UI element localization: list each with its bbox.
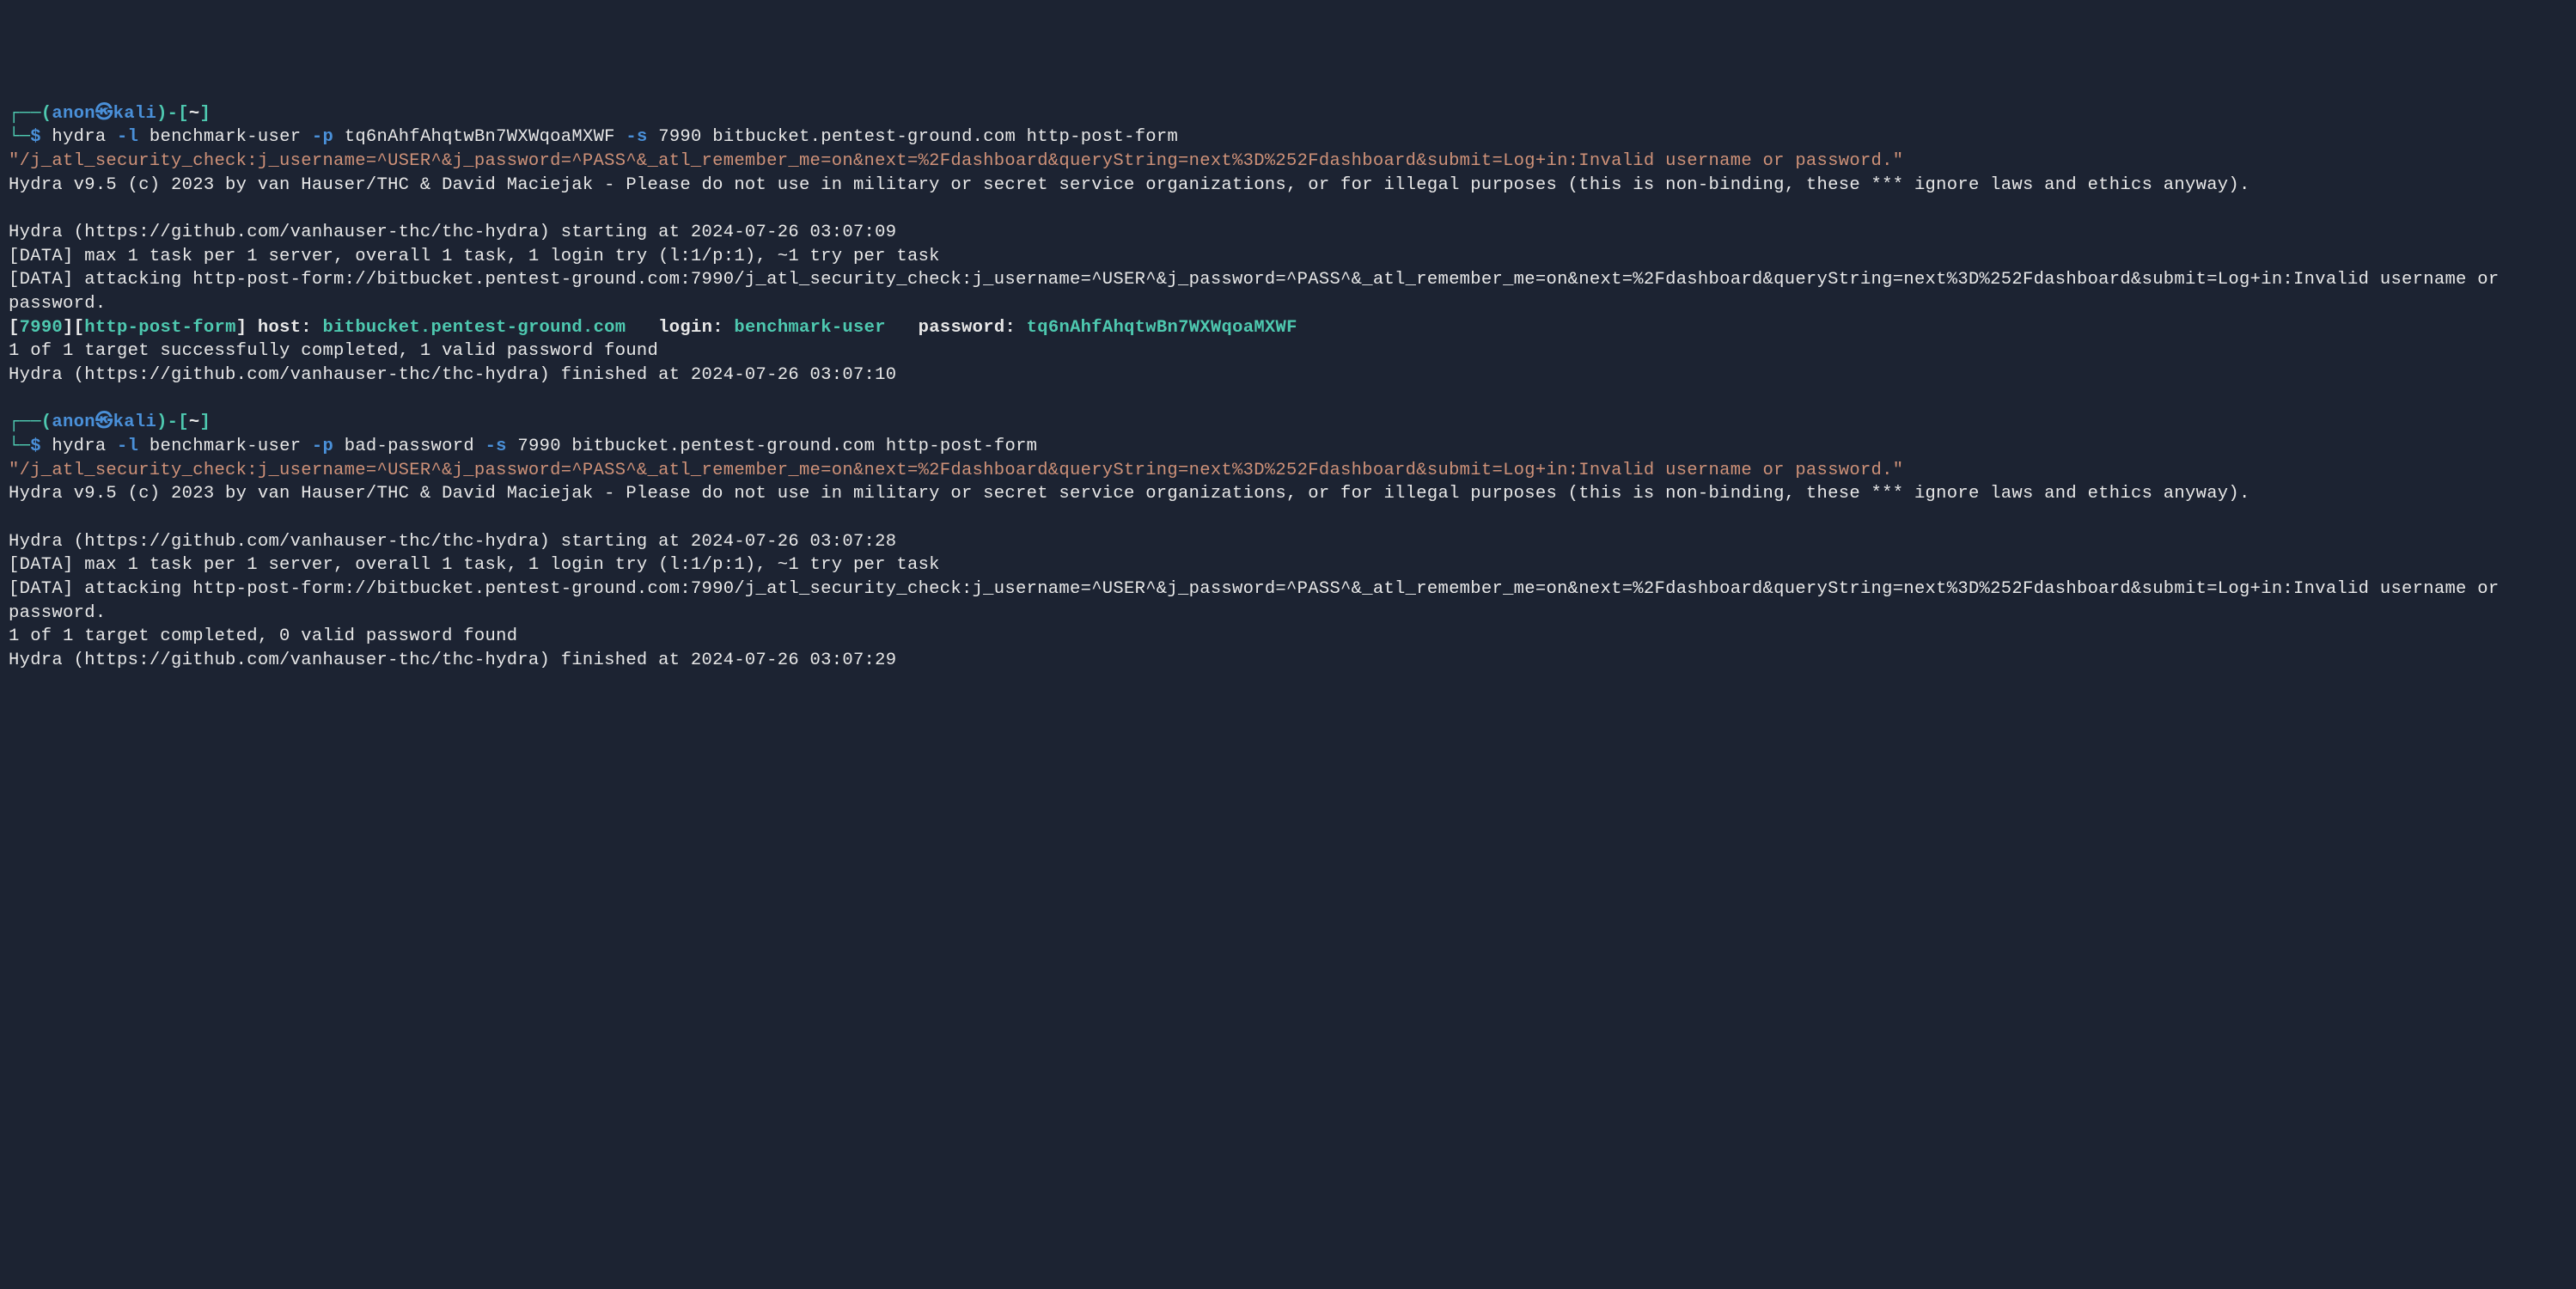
result-port: 7990 bbox=[20, 318, 63, 338]
result-login-label: login: bbox=[626, 318, 734, 338]
output-finished: Hydra (https://github.com/vanhauser-thc/… bbox=[9, 365, 896, 385]
result-pass: tq6nAhfAhqtwBn7WXWqoaMXWF bbox=[1027, 318, 1297, 338]
prompt-decoration: └─ bbox=[9, 437, 30, 456]
command-quoted-string: "/j_atl_security_check:j_username=^USER^… bbox=[9, 461, 1903, 480]
output-banner: Hydra v9.5 (c) 2023 by van Hauser/THC & … bbox=[9, 484, 2250, 504]
command-arg: 7990 bitbucket.pentest-ground.com http-p… bbox=[648, 127, 1189, 147]
output-starting: Hydra (https://github.com/vanhauser-thc/… bbox=[9, 532, 896, 552]
prompt-decoration: ] bbox=[200, 412, 211, 432]
prompt-decoration: └─ bbox=[9, 127, 30, 147]
prompt-decoration: ┌──( bbox=[9, 104, 52, 124]
command-arg: tq6nAhfAhqtwBn7WXWqoaMXWF bbox=[333, 127, 626, 147]
output-data: [DATA] attacking http-post-form://bitbuc… bbox=[9, 579, 2510, 623]
output-result-line: [7990][http-post-form] host: bitbucket.p… bbox=[9, 318, 1297, 338]
output-fail: 1 of 1 target completed, 0 valid passwor… bbox=[9, 626, 517, 646]
prompt-decoration: ┌──( bbox=[9, 412, 52, 432]
output-data: [DATA] max 1 task per 1 server, overall … bbox=[9, 555, 940, 575]
prompt-line-1: ┌──(anon㉿kali)-[~] bbox=[9, 104, 211, 124]
prompt-user: anon bbox=[52, 412, 95, 432]
command-text: hydra bbox=[41, 437, 117, 456]
output-banner: Hydra v9.5 (c) 2023 by van Hauser/THC & … bbox=[9, 175, 2250, 195]
prompt-user: anon bbox=[52, 104, 95, 124]
output-success: 1 of 1 target successfully completed, 1 … bbox=[9, 341, 658, 361]
prompt-symbol: ㉿ bbox=[95, 104, 113, 124]
result-bracket: ][ bbox=[63, 318, 84, 338]
prompt-line-1: ┌──(anon㉿kali)-[~] bbox=[9, 412, 211, 432]
prompt-dollar: $ bbox=[30, 437, 41, 456]
result-bracket: [ bbox=[9, 318, 20, 338]
prompt-decoration: )-[ bbox=[156, 104, 189, 124]
prompt-dollar: $ bbox=[30, 127, 41, 147]
command-flag: -p bbox=[312, 127, 333, 147]
result-host: bitbucket.pentest-ground.com bbox=[323, 318, 626, 338]
prompt-host: kali bbox=[113, 104, 156, 124]
command-flag: -p bbox=[312, 437, 333, 456]
prompt-symbol: ㉿ bbox=[95, 412, 113, 432]
prompt-line-2: └─$ hydra -l benchmark-user -p tq6nAhfAh… bbox=[9, 127, 1903, 171]
command-arg: 7990 bitbucket.pentest-ground.com http-p… bbox=[507, 437, 1048, 456]
command-flag: -s bbox=[626, 127, 647, 147]
terminal-output[interactable]: ┌──(anon㉿kali)-[~] └─$ hydra -l benchmar… bbox=[9, 102, 2567, 673]
command-flag: -s bbox=[485, 437, 507, 456]
prompt-decoration: )-[ bbox=[156, 412, 189, 432]
command-quoted-string: "/j_atl_security_check:j_username=^USER^… bbox=[9, 151, 1903, 171]
prompt-line-2: └─$ hydra -l benchmark-user -p bad-passw… bbox=[9, 437, 1903, 480]
result-host-label: host: bbox=[247, 318, 322, 338]
prompt-decoration: ] bbox=[200, 104, 211, 124]
command-flag: -l bbox=[117, 127, 138, 147]
result-login: benchmark-user bbox=[734, 318, 885, 338]
output-starting: Hydra (https://github.com/vanhauser-thc/… bbox=[9, 223, 896, 242]
result-pass-label: password: bbox=[886, 318, 1027, 338]
output-data: [DATA] attacking http-post-form://bitbuc… bbox=[9, 270, 2510, 314]
prompt-host: kali bbox=[113, 412, 156, 432]
command-arg: benchmark-user bbox=[138, 437, 312, 456]
command-arg: benchmark-user bbox=[138, 127, 312, 147]
output-finished: Hydra (https://github.com/vanhauser-thc/… bbox=[9, 651, 896, 670]
result-bracket: ] bbox=[236, 318, 247, 338]
command-arg: bad-password bbox=[333, 437, 485, 456]
result-method: http-post-form bbox=[84, 318, 235, 338]
command-flag: -l bbox=[117, 437, 138, 456]
prompt-dir: ~ bbox=[189, 104, 200, 124]
command-text: hydra bbox=[41, 127, 117, 147]
output-data: [DATA] max 1 task per 1 server, overall … bbox=[9, 247, 940, 266]
prompt-dir: ~ bbox=[189, 412, 200, 432]
